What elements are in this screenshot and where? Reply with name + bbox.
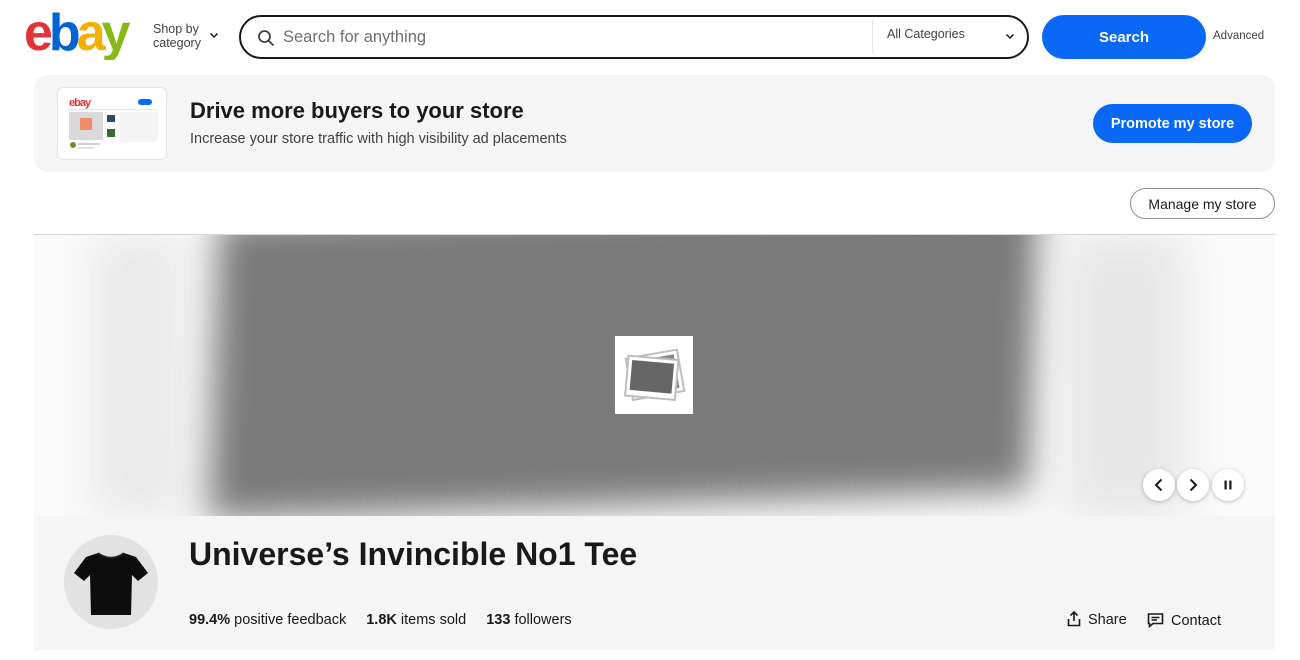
feedback-stat: 99.4% positive feedback (189, 612, 346, 628)
svg-text:ebay: ebay (69, 97, 92, 109)
items-sold-value: 1.8K (366, 612, 397, 628)
chevron-down-icon (1005, 33, 1015, 40)
chevron-down-icon (209, 32, 219, 39)
image-placeholder (615, 336, 693, 414)
carousel-prev-button[interactable] (1143, 469, 1175, 501)
search-button[interactable]: Search (1042, 15, 1206, 59)
share-label: Share (1088, 612, 1127, 628)
store-preview-illustration: ebay (68, 97, 158, 149)
chevron-left-icon (1154, 478, 1163, 492)
shop-by-category-label: Shop by category (153, 22, 201, 50)
search-input[interactable] (283, 23, 863, 51)
promote-store-button[interactable]: Promote my store (1093, 104, 1252, 143)
feedback-label: positive feedback (234, 612, 347, 628)
feedback-value: 99.4% (189, 612, 231, 628)
store-avatar[interactable] (64, 535, 158, 629)
shop-by-category[interactable]: Shop by category (153, 22, 223, 50)
image-placeholder-icon (624, 348, 686, 402)
promo-title: Drive more buyers to your store (190, 98, 524, 123)
carousel-next-button[interactable] (1177, 469, 1209, 501)
store-stats: 99.4% positive feedback 1.8K items sold … (189, 612, 588, 628)
followers-stat[interactable]: 133 followers (486, 612, 571, 628)
search-divider (872, 20, 873, 54)
hero-blur-left (94, 235, 184, 516)
store-name: Universe’s Invincible No1 Tee (189, 536, 638, 572)
items-sold-stat: 1.8K items sold (366, 612, 466, 628)
followers-label: followers (514, 612, 572, 628)
search-icon (258, 30, 274, 46)
share-icon (1067, 610, 1081, 627)
pause-icon (1224, 480, 1232, 490)
store-info: Universe’s Invincible No1 Tee 99.4% posi… (34, 516, 1275, 650)
promo-thumbnail: ebay (57, 87, 167, 160)
chevron-right-icon (1189, 478, 1198, 492)
promo-banner: ebay Drive more buyers to your store Inc… (34, 75, 1275, 172)
category-select-label: All Categories (887, 27, 965, 41)
manage-store-button[interactable]: Manage my store (1130, 188, 1275, 219)
contact-button[interactable]: Contact (1147, 612, 1221, 629)
items-sold-label: items sold (400, 612, 467, 628)
share-button[interactable]: Share (1067, 610, 1127, 628)
carousel-pause-button[interactable] (1212, 469, 1244, 501)
search-bar: All Categories (239, 15, 1029, 59)
header: ebay Shop by category All Categories Sea… (0, 0, 1300, 75)
tshirt-icon (74, 552, 148, 615)
promo-subtitle: Increase your store traffic with high vi… (190, 131, 567, 147)
message-icon (1147, 613, 1164, 629)
followers-value: 133 (486, 612, 511, 628)
svg-text:ebay: ebay (24, 8, 131, 60)
ebay-logo[interactable]: ebay (24, 8, 140, 60)
advanced-search-link[interactable]: Advanced (1213, 30, 1264, 42)
category-select[interactable]: All Categories (887, 27, 1022, 47)
hero-carousel (34, 235, 1275, 516)
contact-label: Contact (1171, 613, 1221, 629)
